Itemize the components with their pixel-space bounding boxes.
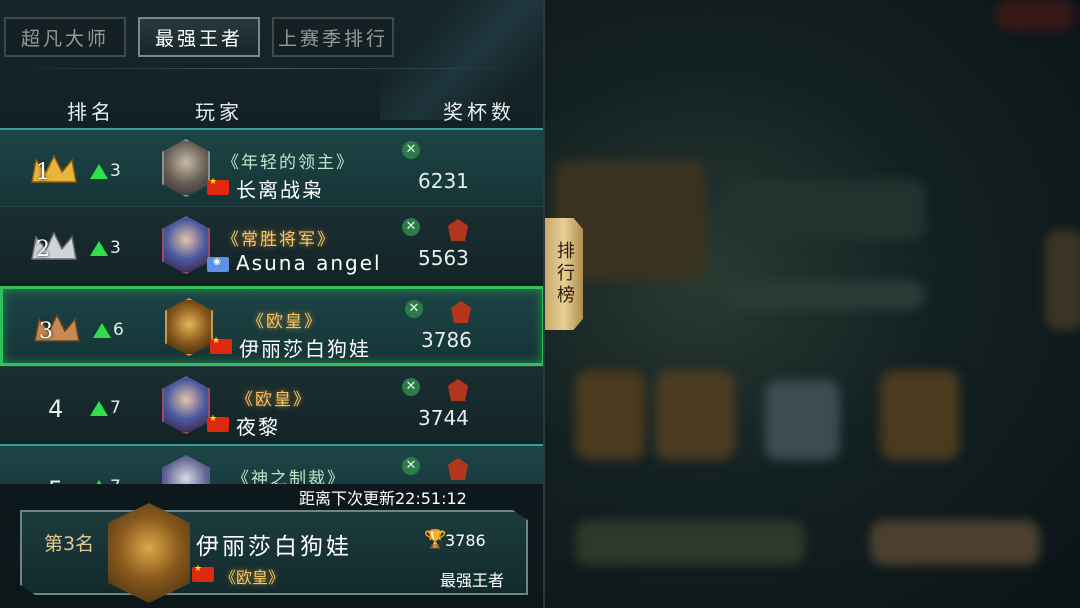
player-name: 夜黎: [236, 415, 280, 439]
column-rank: 排名: [67, 100, 115, 124]
avatar[interactable]: [162, 139, 210, 197]
up-arrow-icon: [90, 164, 108, 179]
crossed-swords-icon: ✕: [402, 218, 420, 236]
rank-badge-icon: [451, 301, 471, 323]
avatar[interactable]: [162, 216, 210, 274]
player-name: 长离战枭: [236, 178, 324, 202]
rank-number: 1: [36, 160, 50, 185]
up-arrow-icon: [90, 480, 108, 484]
table-row[interactable]: 5 7 《神之制裁》 ✕: [0, 444, 543, 484]
table-row-selected[interactable]: 3 6 《欧皇》 伊丽莎白狗娃 ✕ 3786: [0, 286, 543, 366]
trophy-count: 5563: [418, 246, 469, 270]
divider: [0, 68, 543, 69]
crossed-swords-icon: ✕: [402, 457, 420, 475]
tab-bar: 超凡大师 最强王者 上赛季排行: [4, 17, 394, 57]
rank-number: 5: [48, 476, 63, 484]
my-rank-label: 第3名: [44, 533, 95, 555]
player-title: 《年轻的领主》: [222, 153, 355, 173]
column-player: 玩家: [195, 100, 243, 124]
trophy-count: 6231: [418, 169, 469, 193]
flag-icon: [192, 564, 214, 582]
avatar[interactable]: [162, 455, 210, 484]
next-update-timer: 距离下次更新22:51:12: [299, 489, 467, 508]
my-trophy-count: 3786: [445, 531, 486, 550]
flag-icon: [210, 336, 232, 354]
player-title: 《神之制裁》: [232, 469, 346, 484]
my-player-title: 《欧皇》: [220, 568, 285, 587]
table-row[interactable]: 4 7 《欧皇》 夜黎 ✕ 3744: [0, 366, 543, 444]
rank-change: 7: [110, 398, 121, 418]
flag-icon: [207, 177, 229, 195]
rank-number: 3: [39, 319, 53, 344]
trophy-icon: 🏆: [424, 529, 447, 550]
leaderboard-side-tab[interactable]: 排行榜: [545, 218, 583, 330]
crossed-swords-icon: ✕: [405, 300, 423, 318]
rank-change: 3: [110, 161, 121, 181]
player-title: 《欧皇》: [247, 312, 323, 332]
player-title: 《欧皇》: [236, 390, 312, 410]
up-arrow-icon: [90, 241, 108, 256]
avatar[interactable]: [162, 376, 210, 434]
flag-icon: [207, 414, 229, 432]
ranking-list[interactable]: 1 3 《年轻的领主》 长离战枭 ✕ 6231 2 3 《常胜将军》 Asuna…: [0, 128, 543, 484]
table-row[interactable]: 2 3 《常胜将军》 Asuna angel ✕ 5563: [0, 206, 543, 284]
avatar[interactable]: [108, 503, 190, 603]
rank-badge-icon: [448, 219, 468, 241]
rank-number: 2: [36, 237, 50, 262]
player-name: Asuna angel: [236, 251, 382, 275]
column-trophies: 奖杯数: [443, 100, 515, 124]
rank-change: 3: [110, 238, 121, 258]
rank-change: 7: [110, 477, 121, 484]
avatar[interactable]: [165, 298, 213, 356]
blurred-background: [545, 0, 1080, 608]
trophy-count: 3744: [418, 406, 469, 430]
side-tab-label: 排行榜: [554, 241, 575, 307]
tab-last-season[interactable]: 上赛季排行: [272, 17, 394, 57]
tab-master[interactable]: 超凡大师: [4, 17, 126, 57]
rank-change: 6: [113, 320, 124, 340]
rank-number: 4: [48, 395, 64, 423]
crossed-swords-icon: ✕: [402, 141, 420, 159]
leaderboard-panel: 超凡大师 最强王者 上赛季排行 排名 玩家 奖杯数 1 3 《年轻的领主》 长离…: [0, 0, 545, 608]
up-arrow-icon: [93, 323, 111, 338]
trophy-count: 3786: [421, 328, 472, 352]
crossed-swords-icon: ✕: [402, 378, 420, 396]
my-player-name: 伊丽莎白狗娃: [196, 534, 352, 560]
table-row[interactable]: 1 3 《年轻的领主》 长离战枭 ✕ 6231: [0, 128, 543, 206]
up-arrow-icon: [90, 401, 108, 416]
rank-badge-icon: [448, 379, 468, 401]
flag-icon: [207, 257, 229, 272]
player-title: 《常胜将军》: [222, 230, 336, 250]
my-tier: 最强王者: [440, 571, 505, 590]
player-name: 伊丽莎白狗娃: [239, 337, 371, 361]
tab-king[interactable]: 最强王者: [138, 17, 260, 57]
rank-badge-icon: [448, 458, 468, 480]
